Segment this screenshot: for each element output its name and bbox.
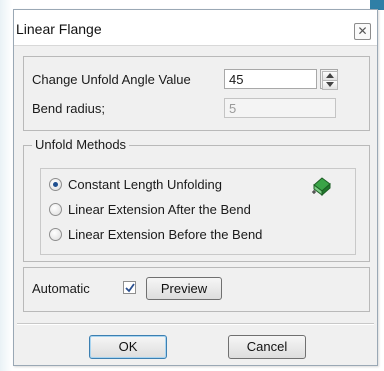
radio-button[interactable]	[49, 228, 62, 241]
angle-group: Change Unfold Angle Value 45 Bend radius…	[23, 56, 370, 131]
close-icon: ✕	[357, 24, 368, 38]
unfold-methods-legend: Unfold Methods	[32, 137, 130, 152]
linear-flange-dialog: Linear Flange ✕ Change Unfold Angle Valu…	[13, 9, 378, 366]
cancel-button-label: Cancel	[246, 339, 288, 354]
automatic-label: Automatic	[32, 281, 90, 296]
sheet-metal-flange-icon	[312, 177, 331, 197]
unfold-angle-value: 45	[229, 72, 244, 87]
radio-label: Linear Extension After the Bend	[68, 202, 251, 217]
preview-button[interactable]: Preview	[146, 277, 222, 300]
preview-button-label: Preview	[160, 281, 208, 296]
unfold-angle-label: Change Unfold Angle Value	[32, 72, 191, 87]
spin-down-button[interactable]	[322, 80, 338, 90]
bend-radius-label: Bend radius;	[32, 101, 105, 116]
preview-group: Automatic Preview	[23, 267, 370, 312]
footer-separator-highlight	[17, 324, 374, 325]
unfold-angle-spinner[interactable]	[320, 69, 338, 90]
bend-radius-value: 5	[229, 101, 237, 116]
radio-constant-length[interactable]: Constant Length Unfolding	[49, 177, 289, 195]
radio-label: Constant Length Unfolding	[68, 177, 222, 192]
arrow-up-icon	[326, 73, 334, 78]
arrow-down-icon	[326, 82, 334, 87]
close-button[interactable]: ✕	[354, 23, 371, 40]
background-strip	[0, 0, 12, 371]
radio-button-selected[interactable]	[49, 178, 62, 191]
ok-button-label: OK	[118, 339, 138, 354]
unfold-angle-input[interactable]: 45	[224, 69, 317, 89]
ok-button[interactable]: OK	[89, 335, 167, 359]
bend-radius-input[interactable]: 5	[224, 98, 336, 118]
unfold-methods-group: Unfold Methods Constant Length Unfolding…	[23, 137, 370, 262]
radio-button[interactable]	[49, 203, 62, 216]
cancel-button[interactable]: Cancel	[228, 335, 306, 359]
automatic-checkbox[interactable]	[123, 281, 136, 294]
radio-extension-before[interactable]: Linear Extension Before the Bend	[49, 227, 329, 245]
dialog-title: Linear Flange	[16, 21, 102, 37]
unfold-methods-inner-frame: Constant Length Unfolding Linear Extensi…	[40, 168, 356, 255]
radio-label: Linear Extension Before the Bend	[68, 227, 263, 242]
radio-extension-after[interactable]: Linear Extension After the Bend	[49, 202, 319, 220]
title-bar[interactable]: Linear Flange ✕	[14, 10, 377, 46]
checkmark-icon	[125, 283, 135, 293]
